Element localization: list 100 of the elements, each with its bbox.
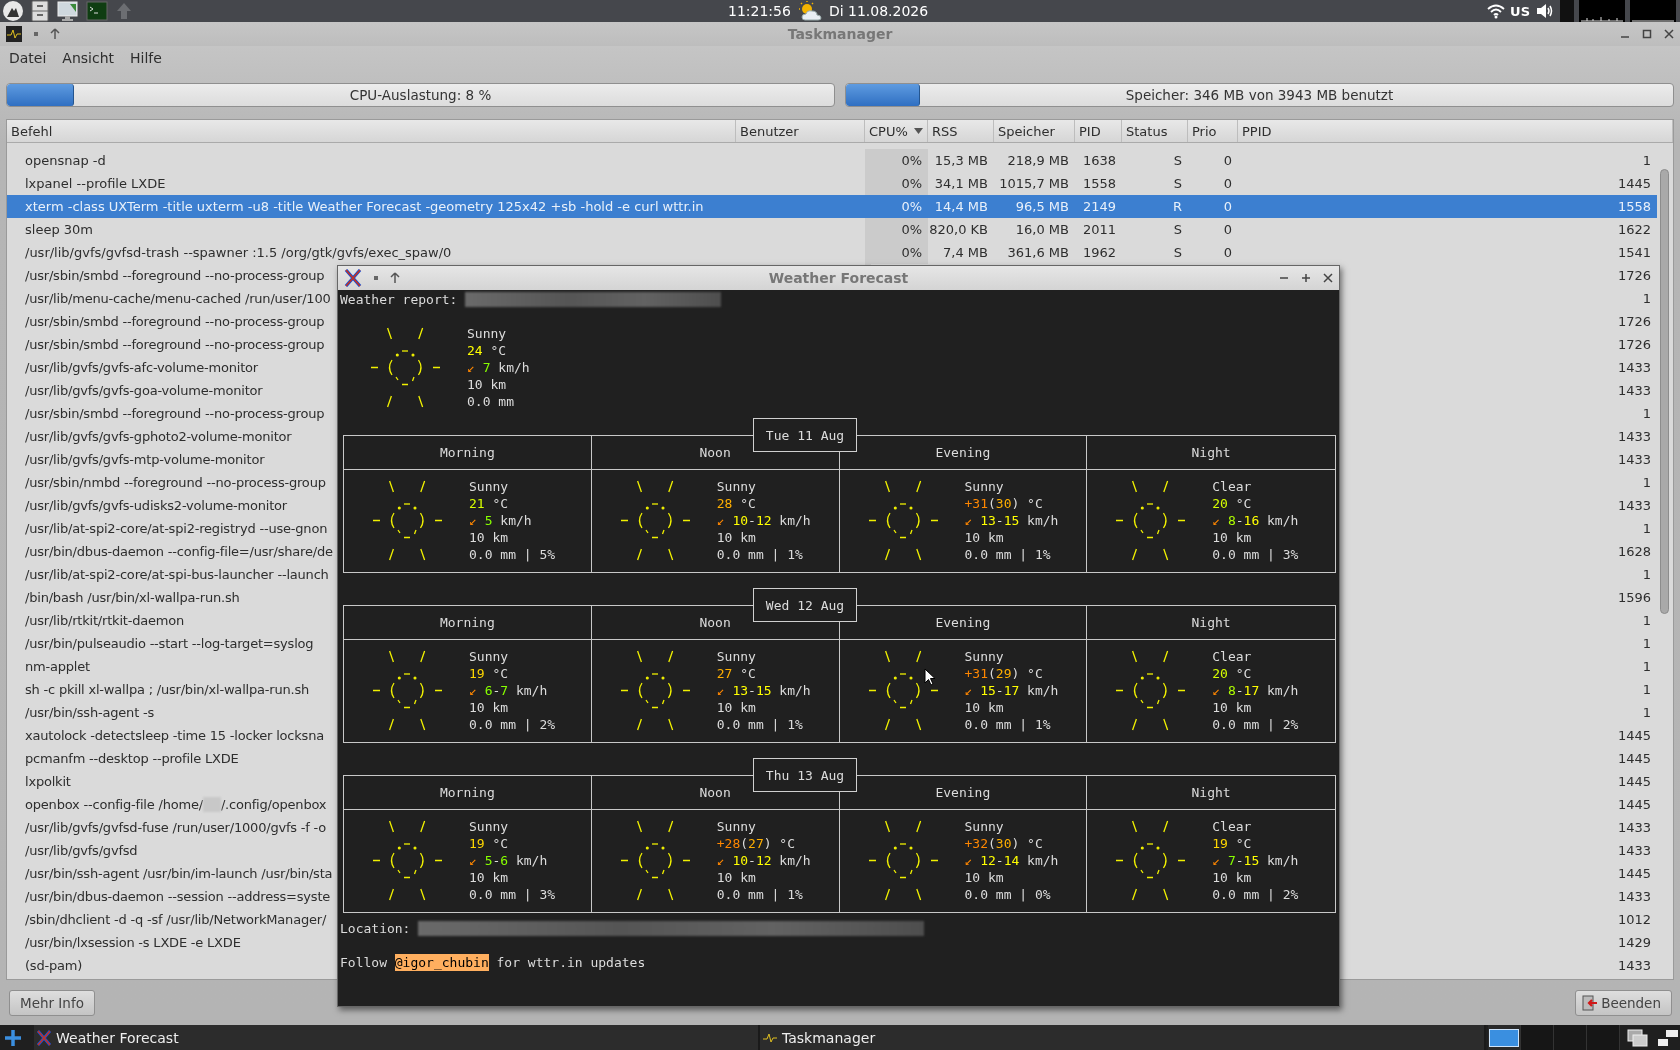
window-title: Taskmanager (787, 26, 893, 42)
maximize-icon[interactable] (1642, 29, 1652, 39)
volume-icon[interactable] (1535, 2, 1555, 20)
process-row[interactable]: opensnap -d 0% 15,3 MB 218,9 MB 1638 S 0 1 (7, 149, 1657, 172)
visibility-text: 10 km (964, 869, 1005, 886)
x-logo-icon[interactable] (344, 269, 362, 287)
table-cell-text: 1558 (1081, 175, 1117, 193)
close-icon[interactable] (1664, 29, 1674, 39)
windows-icon[interactable] (1626, 1026, 1650, 1049)
arrow-up-icon[interactable] (390, 272, 400, 284)
table-cell-text: /usr/bin/ssh-agent /usr/bin/im-launch /usr/bin/sta (24, 865, 334, 883)
visibility-text: 10 km (716, 869, 757, 886)
precipitation-text: 0.0 mm | 1% (964, 546, 1052, 563)
table-cell-text: S (1172, 221, 1183, 239)
more-info-button[interactable]: Mehr Info (9, 989, 95, 1016)
column-header[interactable]: PID (1075, 120, 1122, 142)
file-cabinet-icon[interactable] (30, 0, 50, 22)
visibility-text: 10 km (716, 699, 757, 716)
precipitation-text: 0.0 mm | 2% (1212, 886, 1299, 903)
table-cell-text: (sd-pam) (24, 957, 84, 975)
condition-text: Sunny (469, 818, 510, 835)
sun-icon (619, 648, 691, 733)
keyboard-layout[interactable]: US (1510, 3, 1530, 19)
process-row[interactable]: xterm -class UXTerm -title uxterm -u8 -title Weather Forecast -geometry 125x42 +sb -hold -e curl wttr.in 0% 14,4 MB 96,5 MB 2149 R 0 1558 (7, 195, 1657, 218)
process-row[interactable]: lxpanel --profile LXDE 0% 34,1 MB 1015,7 MB 1558 S 0 1445 (7, 172, 1657, 195)
menu-item[interactable]: Ansicht (62, 50, 115, 66)
table-cell-text: 14,4 MB (933, 198, 989, 216)
table-cell-text: 2011 (1081, 221, 1117, 239)
temperature-text: 20 °C (1212, 665, 1253, 682)
table-cell-text: /usr/lib/gvfs/gvfs-goa-volume-monitor (24, 382, 264, 400)
table-cell-text: S (1172, 175, 1183, 193)
table-cell-text: 1 (1641, 152, 1652, 170)
sun-icon (1115, 648, 1187, 733)
table-cell-text: 1445 (1617, 773, 1652, 791)
process-row[interactable]: /usr/lib/gvfs/gvfsd-trash --spawner :1.5 /org/gtk/gvfs/exec_spaw/0 0% 7,4 MB 361,6 MB 1962 S 0 1541 (7, 241, 1657, 264)
period-label: Night (1191, 614, 1231, 631)
table-cell-text: 1445 (1617, 865, 1652, 883)
table-cell-text: 1445 (1617, 727, 1652, 745)
column-header[interactable]: Befehl (7, 120, 736, 142)
sun-icon (1115, 478, 1187, 563)
table-cell-text: 1015,7 MB (998, 175, 1070, 193)
table-cell-text: /usr/lib/at-spi2-core/at-spi2-registryd --use-gnon (24, 520, 329, 538)
wifi-icon[interactable] (1487, 3, 1506, 19)
scrollbar-thumb[interactable] (1660, 169, 1669, 614)
desktop-switch[interactable] (1488, 1025, 1521, 1050)
column-header[interactable]: Speicher (994, 120, 1075, 142)
desktop-switch[interactable] (1554, 1025, 1587, 1050)
condition-text: Clear (1212, 648, 1253, 665)
table-cell-text: 0 (1222, 175, 1233, 193)
end-process-button[interactable]: Beenden (1575, 989, 1672, 1016)
table-cell-text: 1 (1642, 681, 1652, 699)
table-cell-text: S (1172, 244, 1183, 262)
menu-item[interactable]: Datei (9, 50, 47, 66)
arrow-up-icon[interactable] (50, 28, 60, 40)
table-cell-text: nm-applet (24, 658, 91, 676)
logo-icon[interactable] (2, 0, 24, 22)
plus-icon[interactable] (1301, 273, 1311, 283)
task-button[interactable]: Taskmanager (760, 1025, 1486, 1050)
temperature-text: 19 °C (469, 665, 510, 682)
close-icon[interactable] (1323, 273, 1333, 283)
period-label: Morning (439, 784, 495, 801)
task-button[interactable]: Weather Forecast (34, 1025, 760, 1050)
date-text[interactable]: Di 11.08.2026 (828, 3, 929, 19)
precipitation-text: 0.0 mm | 5% (469, 546, 556, 563)
table-cell-text: sh -c pkill xl-wallpa ; /usr/bin/xl-wallpa-run.sh (24, 681, 311, 699)
sun-icon (1115, 818, 1187, 903)
precipitation-text: 0.0 mm | 1% (716, 886, 804, 903)
table-cell-text: 1 (1642, 290, 1652, 308)
terminal-icon[interactable] (86, 0, 108, 22)
table-cell-text: 1433 (1617, 428, 1652, 446)
table-cell-text: 1433 (1617, 359, 1652, 377)
monitor-icon[interactable] (56, 0, 80, 22)
desktop-switch[interactable] (1521, 1025, 1554, 1050)
temperature-text: +31(29) °C (964, 665, 1044, 682)
handle-link[interactable]: @igor_chubin (394, 954, 489, 971)
table-cell-text: 1622 (1616, 221, 1652, 239)
temperature-text: 21 °C (469, 495, 510, 512)
column-header[interactable]: CPU% (865, 120, 928, 142)
sun-icon (867, 478, 939, 563)
table-cell-text: sleep 30m (24, 221, 94, 239)
table-cell-text: 1541 (1616, 244, 1652, 262)
column-header[interactable]: Benutzer (736, 120, 865, 142)
process-row[interactable]: sleep 30m 0% 820,0 KB 16,0 MB 2011 S 0 1622 (7, 218, 1657, 241)
condition-text: Sunny (964, 818, 1005, 835)
desktop-switch[interactable] (1587, 1025, 1620, 1050)
sun-icon (372, 818, 443, 903)
wind-text: ↙ 5-6 km/h (469, 852, 549, 869)
table-cell-text: /usr/lib/gvfs/gvfsd-fuse /run/user/1000/gvfs -f -o (24, 819, 328, 837)
table-cell-text: 1433 (1617, 451, 1652, 469)
clock-text[interactable]: 11:21:56 (728, 3, 791, 19)
table-cell-text: S (1172, 152, 1183, 170)
column-header[interactable]: Prio (1188, 120, 1238, 142)
sun-icon (867, 818, 939, 903)
pulse-icon[interactable] (6, 26, 22, 42)
menu-item[interactable]: Hilfe (130, 50, 162, 66)
column-header[interactable]: PPID (1238, 120, 1673, 142)
column-header[interactable]: Status (1122, 120, 1188, 142)
weather-icon[interactable] (796, 0, 823, 22)
table-cell-text: /usr/sbin/nmbd --foreground --no-process-group (24, 474, 327, 492)
column-header[interactable]: RSS (928, 120, 994, 142)
